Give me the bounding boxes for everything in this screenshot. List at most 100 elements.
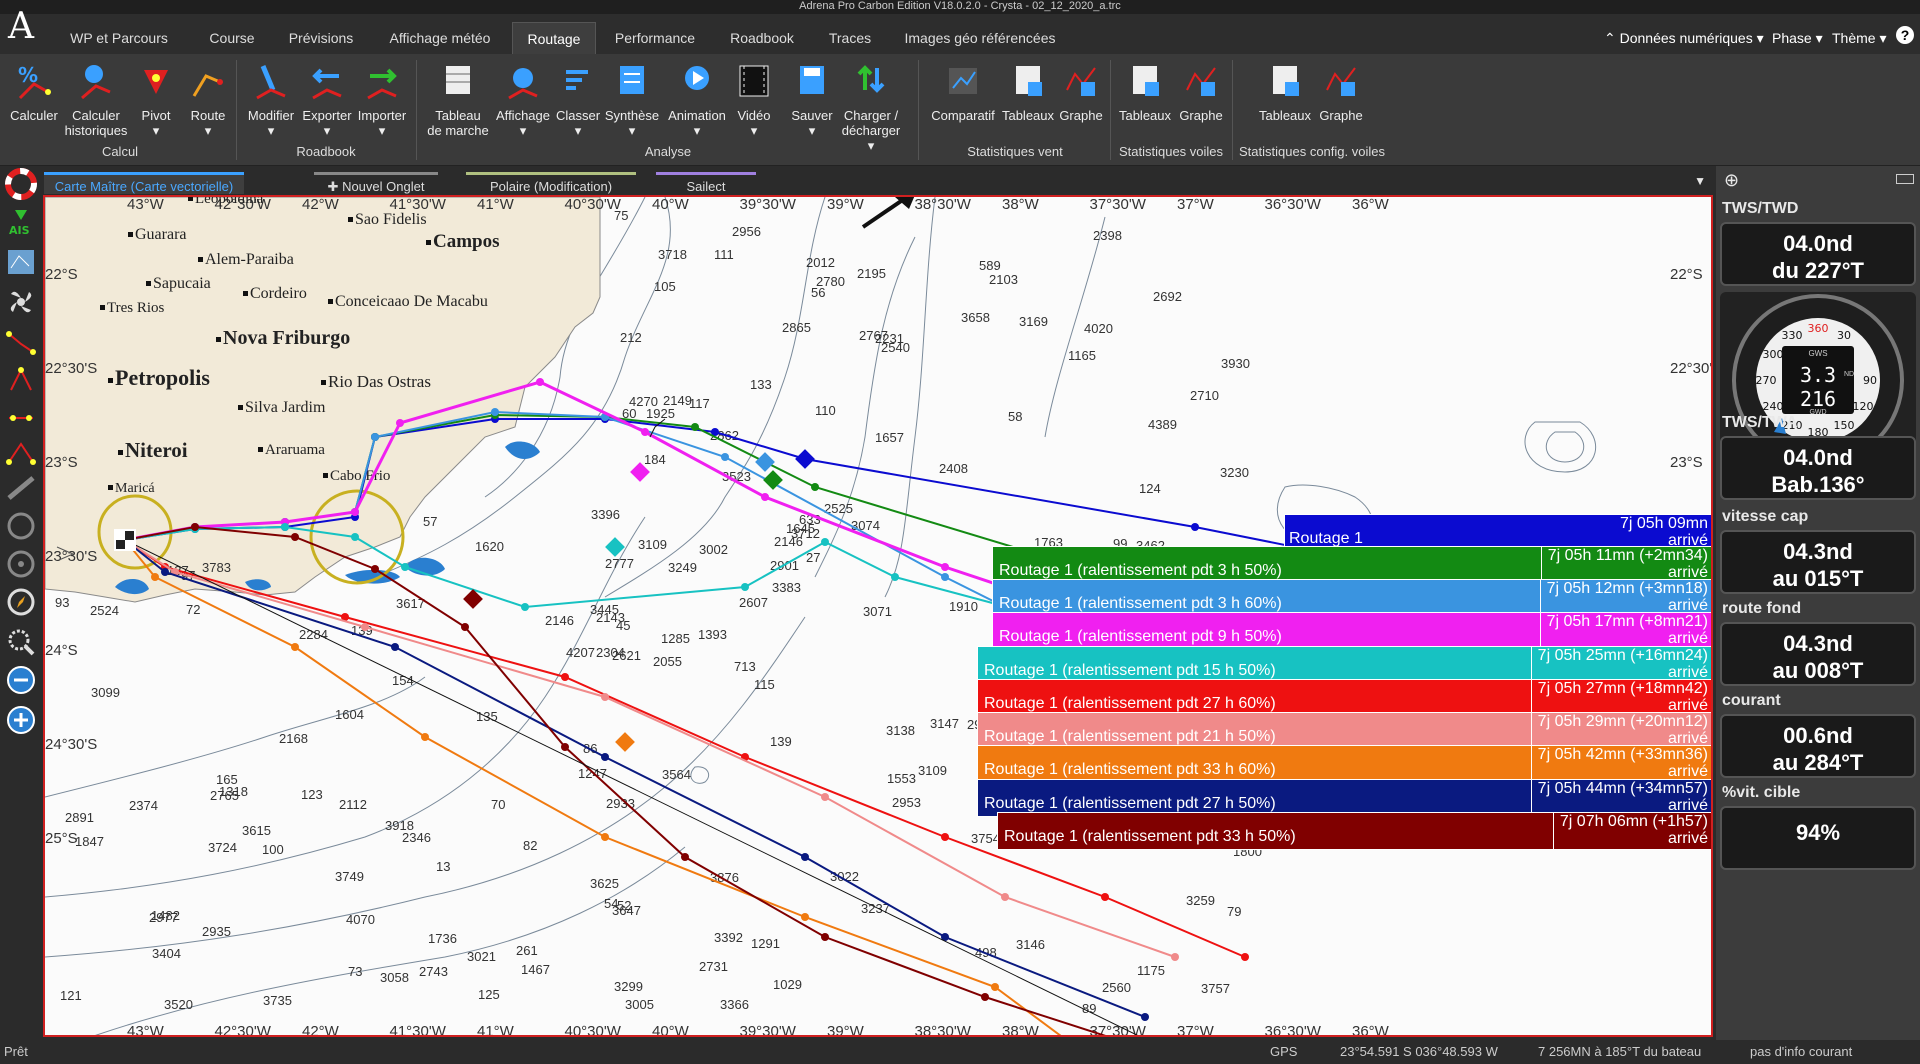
route-button[interactable]: Route ▾: [186, 60, 230, 138]
zoom-in-icon[interactable]: [5, 704, 37, 736]
depth-sounding: 121: [60, 988, 82, 1003]
pivot-icon: [144, 70, 168, 94]
lat-label-left: 23°30'S: [45, 548, 97, 565]
tab-sailect[interactable]: Sailect: [656, 172, 756, 194]
affichage-button[interactable]: Affichage ▾: [494, 60, 552, 138]
phase-menu[interactable]: Phase ▾: [1772, 22, 1823, 54]
chart-map[interactable]: 43°W 43°W 42°30'W 42°30'W 42°W 42°W 41°30'W 41°…: [43, 195, 1713, 1037]
tableaux-voiles-button[interactable]: Tableaux: [1116, 60, 1174, 123]
numeric-data-menu[interactable]: ⌃ Données numériques ▾: [1604, 22, 1764, 54]
route-result-label[interactable]: Routage 1 (ralentissement pdt 33 h 60%) 7…: [977, 745, 1711, 783]
tableau-de-marche-button[interactable]: Tableau de marche: [424, 60, 492, 138]
tab-nouvel-onglet[interactable]: ✚ Nouvel Onglet: [314, 172, 438, 194]
tabs-dropdown-icon[interactable]: ▼: [1694, 174, 1706, 188]
sauver-button[interactable]: Sauver ▾: [788, 60, 836, 138]
depth-sounding: 2284: [299, 627, 328, 642]
importer-button[interactable]: Importer ▾: [354, 60, 410, 138]
route-arrival-time: 7j 05h 44mn (+34mn57) arrivé: [1530, 780, 1708, 816]
tab-affichage-meteo[interactable]: Affichage météo: [380, 22, 500, 54]
zoom-out-icon[interactable]: [5, 664, 37, 696]
depth-sounding: 3783: [202, 560, 231, 575]
lon-label-top: 38°30'W: [915, 197, 972, 213]
charger-decharger-button[interactable]: Charger / décharger ▾: [838, 60, 904, 153]
route-waypoint: [536, 378, 544, 386]
tab-performance[interactable]: Performance: [610, 22, 700, 54]
tableaux-config-button[interactable]: Tableaux: [1256, 60, 1314, 123]
theme-menu[interactable]: Thème ▾: [1832, 22, 1887, 54]
widget-courant-header: courant: [1722, 692, 1781, 709]
route-name: Routage 1 (ralentissement pdt 3 h 60%): [999, 595, 1282, 612]
city-label: Cordeiro: [250, 285, 307, 302]
tab-images-geo[interactable]: Images géo référencées: [900, 22, 1060, 54]
synthese-button[interactable]: Synthèse ▾: [604, 60, 660, 138]
depth-sounding: 1393: [698, 627, 727, 642]
ais-icon[interactable]: AIS: [5, 206, 37, 238]
depth-sounding: 3022: [830, 869, 859, 884]
tab-roadbook[interactable]: Roadbook: [724, 22, 800, 54]
depth-sounding: 3109: [918, 763, 947, 778]
route-waypoint: [396, 419, 404, 427]
video-button[interactable]: Vidéo ▾: [732, 60, 776, 138]
tab-wp-parcours[interactable]: WP et Parcours: [64, 22, 174, 54]
depth-sounding: 3099: [91, 685, 120, 700]
anchor-tool-icon[interactable]: [5, 436, 37, 468]
zone-tool-icon[interactable]: [5, 402, 37, 434]
depth-sounding: 2374: [129, 798, 158, 813]
pivot-button[interactable]: Pivot ▾: [136, 60, 176, 138]
import-arrow-icon: [367, 68, 397, 100]
depth-sounding: 2953: [892, 795, 921, 810]
calculer-button[interactable]: % Calculer: [6, 60, 62, 123]
tab-course[interactable]: Course: [198, 22, 266, 54]
depth-sounding: 124: [1139, 481, 1161, 496]
fan-icon[interactable]: [5, 286, 37, 318]
route-waypoint: [421, 733, 429, 741]
graphe-voiles-button[interactable]: Graphe: [1176, 60, 1226, 123]
sort-icon: [566, 70, 588, 90]
compare-icon: [949, 68, 977, 94]
tab-polaire[interactable]: Polaire (Modification): [466, 172, 636, 194]
chart-layer-icon[interactable]: [5, 246, 37, 278]
lifebuoy-icon[interactable]: [5, 168, 37, 200]
depth-sounding: 3230: [1220, 465, 1249, 480]
route-tool-icon[interactable]: [5, 326, 37, 358]
depth-sounding: 2195: [857, 266, 886, 281]
animation-button[interactable]: Animation ▾: [662, 60, 732, 138]
gwd-value: 216: [1800, 387, 1836, 411]
compass-icon[interactable]: [5, 586, 37, 618]
polygon-tool-icon[interactable]: [5, 364, 37, 396]
route-result-label[interactable]: Routage 1 (ralentissement pdt 33 h 50%) 7…: [997, 812, 1711, 850]
classer-button[interactable]: Classer ▾: [554, 60, 602, 138]
route-duration: 7j 05h 25mn (+16mn24): [1537, 647, 1708, 664]
route-arrival-time: 7j 05h 29mn (+20mn12) arrivé: [1530, 713, 1708, 749]
film-icon: [739, 65, 769, 97]
exporter-button[interactable]: Exporter ▾: [300, 60, 354, 138]
depth-sounding: 3259: [1186, 893, 1215, 908]
compass-dim-icon[interactable]: [5, 510, 37, 542]
lon-label-bottom: 37°30'W: [1090, 1023, 1147, 1037]
tab-traces[interactable]: Traces: [822, 22, 878, 54]
depth-sounding: 2743: [419, 964, 448, 979]
depth-sounding: 111: [714, 247, 734, 262]
lon-label-bottom: 41°W: [477, 1023, 515, 1037]
widget-courant: 00.6nd au 284°T: [1720, 714, 1916, 778]
graphe-vent-button[interactable]: Graphe: [1056, 60, 1106, 123]
gps-dim-icon[interactable]: [5, 548, 37, 580]
zoom-area-icon[interactable]: [5, 626, 37, 658]
modifier-button[interactable]: Modifier ▾: [244, 60, 298, 138]
lon-label-top: 43°W: [127, 197, 165, 213]
tab-previsions[interactable]: Prévisions: [284, 22, 358, 54]
tab-carte-maitre[interactable]: Carte Maître (Carte vectorielle): [44, 172, 244, 194]
panel-add-icon[interactable]: ⊕: [1724, 170, 1739, 191]
depth-sounding: 2540: [881, 340, 910, 355]
panel-menu-icon[interactable]: [1896, 174, 1914, 184]
calculer-historiques-button[interactable]: Calculer historiques: [64, 60, 128, 138]
graphe-config-button[interactable]: Graphe: [1316, 60, 1366, 123]
measure-icon[interactable]: [5, 472, 37, 504]
tableaux-vent-button[interactable]: Tableaux: [1000, 60, 1056, 123]
help-icon[interactable]: ?: [1896, 26, 1914, 44]
route-result-label[interactable]: Routage 1 (ralentissement pdt 9 h 50%) 7j…: [992, 612, 1711, 650]
play-icon: [685, 66, 709, 90]
tab-routage[interactable]: Routage: [512, 22, 596, 54]
comparatif-button[interactable]: Comparatif: [926, 60, 1000, 123]
depth-sounding: 1285: [661, 631, 690, 646]
